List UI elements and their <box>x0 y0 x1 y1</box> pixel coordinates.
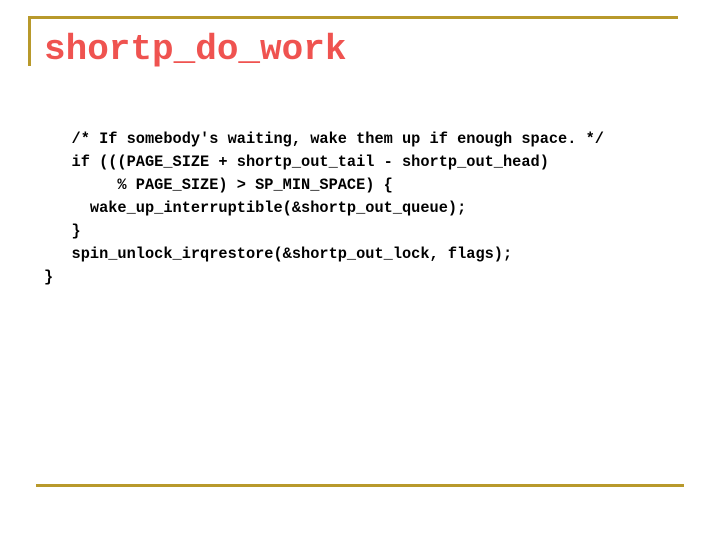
code-line: } <box>44 222 81 240</box>
code-line: if (((PAGE_SIZE + shortp_out_tail - shor… <box>44 153 549 171</box>
code-line: /* If somebody's waiting, wake them up i… <box>44 130 604 148</box>
top-accent-rule <box>28 16 678 19</box>
bottom-accent-rule <box>36 484 684 487</box>
slide-title: shortp_do_work <box>44 29 347 70</box>
code-line: % PAGE_SIZE) > SP_MIN_SPACE) { <box>44 176 393 194</box>
code-line: spin_unlock_irqrestore(&shortp_out_lock,… <box>44 245 513 263</box>
code-line: } <box>44 268 54 286</box>
left-accent-rule <box>28 16 31 66</box>
code-block: /* If somebody's waiting, wake them up i… <box>44 128 604 289</box>
code-line: wake_up_interruptible(&shortp_out_queue)… <box>44 199 467 217</box>
